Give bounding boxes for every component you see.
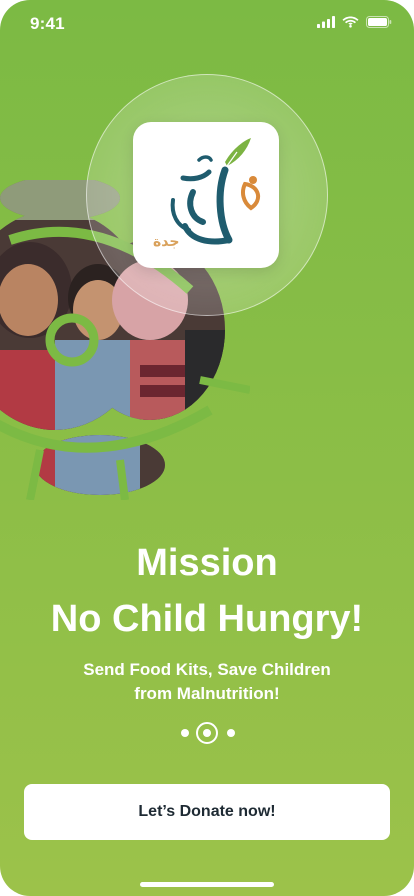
headline-line-1: Mission xyxy=(136,542,278,584)
subtitle-line-2: from Malnutrition! xyxy=(134,684,280,703)
page-dot-2-active[interactable] xyxy=(196,722,218,744)
cellular-signal-icon xyxy=(317,16,335,28)
page-dot-1[interactable] xyxy=(181,729,189,737)
app-logo: جدة xyxy=(133,122,279,268)
subtitle-line-1: Send Food Kits, Save Children xyxy=(83,660,331,679)
status-bar: 9:41 xyxy=(0,0,414,50)
wifi-icon xyxy=(342,16,359,28)
status-time: 9:41 xyxy=(30,14,65,33)
home-indicator[interactable] xyxy=(140,882,274,887)
headline-line-2: No Child Hungry! xyxy=(50,598,364,640)
battery-icon xyxy=(366,16,392,28)
page-indicator[interactable] xyxy=(178,721,238,745)
logo-city-text: جدة xyxy=(153,234,180,250)
donate-now-button[interactable]: Let’s Donate now! xyxy=(24,784,390,840)
status-icons xyxy=(317,16,392,28)
onboarding-screen: 9:41 جدة Mission No Child Hungry! Send F… xyxy=(0,0,414,896)
page-dot-3[interactable] xyxy=(227,729,235,737)
